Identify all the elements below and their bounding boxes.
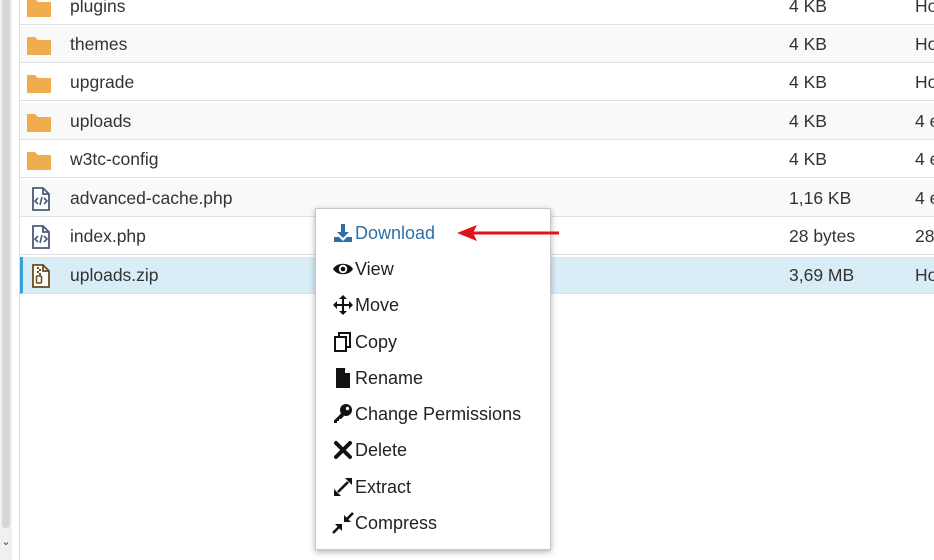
- menu-item-rename[interactable]: Rename: [316, 361, 550, 395]
- folder-icon: [27, 152, 51, 170]
- download-icon: [334, 224, 352, 242]
- menu-label: Move: [355, 294, 400, 315]
- x-icon: [334, 441, 352, 459]
- file-name: plugins: [70, 0, 126, 16]
- file-extra: Ho: [915, 265, 934, 285]
- menu-item-view[interactable]: View: [316, 252, 550, 286]
- file-name: uploads.zip: [70, 265, 159, 285]
- file-extra: 4 e: [915, 111, 934, 131]
- file-extra: 4 e: [915, 149, 934, 169]
- code-file-icon: [32, 225, 50, 249]
- compress-icon: [332, 512, 354, 534]
- key-icon: [334, 404, 352, 423]
- left-scrollbar[interactable]: ⌄: [0, 0, 12, 560]
- file-size: 4 KB: [789, 149, 827, 169]
- file-row-themes[interactable]: themes 4 KB Ho: [20, 26, 934, 63]
- file-extra: 4 e: [915, 188, 934, 208]
- file-row-w3tc-config[interactable]: w3tc-config 4 KB 4 e: [20, 141, 934, 178]
- menu-label: Copy: [355, 331, 398, 352]
- file-icon: [336, 368, 350, 388]
- menu-item-copy[interactable]: Copy: [316, 325, 550, 359]
- menu-label: View: [355, 258, 394, 279]
- file-size: 1,16 KB: [789, 188, 852, 208]
- file-name: w3tc-config: [70, 149, 159, 169]
- menu-label: Compress: [355, 512, 438, 533]
- menu-label: Change Permissions: [355, 403, 522, 424]
- file-extra: Ho: [915, 0, 934, 16]
- file-extra: Ho: [915, 72, 934, 92]
- scrollbar-thumb[interactable]: [2, 0, 10, 528]
- file-name: upgrade: [70, 72, 135, 92]
- zip-file-icon: [32, 264, 50, 288]
- scroll-down-icon[interactable]: ⌄: [0, 532, 12, 552]
- file-size: 4 KB: [789, 72, 827, 92]
- context-menu: Download View Move Copy Rename Change Pe…: [315, 208, 551, 550]
- file-size: 3,69 MB: [789, 265, 855, 285]
- file-row-upgrade[interactable]: upgrade 4 KB Ho: [20, 64, 934, 101]
- folder-icon: [27, 37, 51, 55]
- menu-item-change-permissions[interactable]: Change Permissions: [316, 397, 550, 431]
- file-size: 28 bytes: [789, 226, 856, 246]
- annotation-arrow-icon: [457, 225, 559, 241]
- menu-label: Download: [355, 222, 436, 243]
- menu-item-move[interactable]: Move: [316, 288, 550, 322]
- copy-icon: [334, 332, 351, 352]
- move-icon: [333, 295, 353, 315]
- file-extra: 28: [915, 226, 934, 246]
- file-name: advanced-cache.php: [70, 188, 233, 208]
- file-size: 4 KB: [789, 111, 827, 131]
- expand-icon: [334, 478, 352, 496]
- menu-item-delete[interactable]: Delete: [316, 433, 550, 467]
- file-size: 4 KB: [789, 34, 827, 54]
- folder-icon: [27, 75, 51, 93]
- file-name: themes: [70, 34, 128, 54]
- file-name: index.php: [70, 226, 146, 246]
- menu-item-compress[interactable]: Compress: [316, 506, 550, 540]
- folder-icon: [27, 0, 51, 17]
- eye-icon: [333, 263, 353, 275]
- menu-label: Delete: [355, 439, 408, 460]
- folder-icon: [27, 114, 51, 132]
- menu-item-extract[interactable]: Extract: [316, 470, 550, 504]
- file-extra: Ho: [915, 34, 934, 54]
- file-row-plugins[interactable]: plugins 4 KB Ho: [20, 0, 934, 25]
- menu-label: Extract: [355, 476, 412, 497]
- file-row-uploads[interactable]: uploads 4 KB 4 e: [20, 103, 934, 140]
- file-size: 4 KB: [789, 0, 827, 16]
- file-name: uploads: [70, 111, 132, 131]
- menu-label: Rename: [355, 367, 424, 388]
- code-file-icon: [32, 187, 50, 211]
